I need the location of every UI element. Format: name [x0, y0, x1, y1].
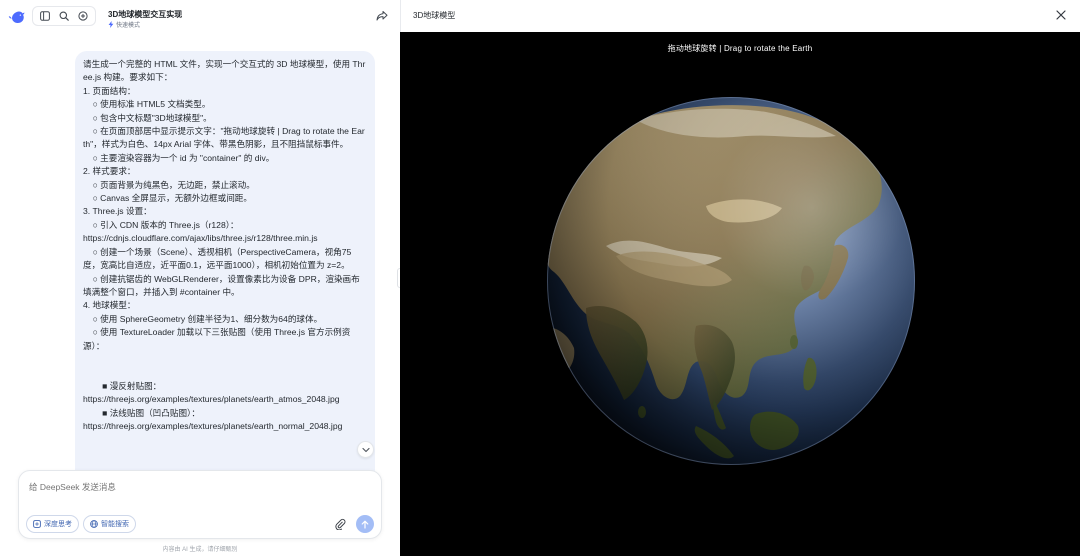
- send-button[interactable]: [356, 515, 374, 533]
- scroll-to-bottom-button[interactable]: [357, 441, 374, 458]
- globe-icon: [90, 520, 98, 528]
- deep-think-button[interactable]: 深度思考: [26, 515, 79, 533]
- new-chat-button[interactable]: [75, 8, 91, 24]
- app-window: 3D地球模型交互实现 快速模式 请生成一个完整的 HTML 文件，实现一个交互式…: [0, 0, 1080, 556]
- panel-toggle-button[interactable]: [37, 8, 53, 24]
- message-input[interactable]: [29, 482, 359, 492]
- rotate-hint: 拖动地球旋转 | Drag to rotate the Earth: [667, 44, 813, 53]
- lightning-icon: [108, 21, 114, 28]
- chevron-down-icon: [361, 447, 370, 452]
- preview-title: 3D地球模型: [413, 11, 456, 20]
- ai-disclaimer: 内容由 AI 生成，请仔细甄别: [162, 547, 238, 553]
- search-icon: [59, 11, 69, 21]
- search-chats-button[interactable]: [56, 8, 72, 24]
- preview-header: 3D地球模型: [400, 0, 1080, 32]
- share-icon[interactable]: [375, 9, 389, 23]
- chat-mode-label: 快速模式: [116, 23, 141, 29]
- preview-canvas[interactable]: 拖动地球旋转 | Drag to rotate the Earth: [400, 32, 1080, 556]
- user-message-text: 请生成一个完整的 HTML 文件，实现一个交互式的 3D 地球模型，使用 Thr…: [83, 59, 366, 431]
- web-search-button[interactable]: 智能搜索: [83, 515, 136, 533]
- user-message-bubble: 请生成一个完整的 HTML 文件，实现一个交互式的 3D 地球模型，使用 Thr…: [75, 51, 375, 471]
- panel-toggle-icon: [40, 11, 51, 21]
- deep-think-label: 深度思考: [44, 521, 72, 528]
- earth-globe[interactable]: [546, 96, 916, 466]
- chat-pane: 3D地球模型交互实现 快速模式 请生成一个完整的 HTML 文件，实现一个交互式…: [0, 0, 400, 556]
- chat-title: 3D地球模型交互实现: [108, 10, 183, 19]
- message-composer: 深度思考 智能搜索: [18, 470, 382, 539]
- close-icon[interactable]: [1055, 9, 1067, 21]
- web-search-label: 智能搜索: [101, 521, 129, 528]
- deep-think-icon: [33, 520, 41, 528]
- deepseek-logo-icon[interactable]: [8, 9, 26, 25]
- chat-mode: 快速模式: [108, 20, 140, 29]
- chat-topbar: 3D地球模型交互实现 快速模式: [0, 0, 400, 34]
- sphere-shading: [547, 97, 915, 465]
- paperclip-icon[interactable]: [334, 518, 346, 530]
- arrow-up-icon: [361, 520, 369, 529]
- sidebar-toolbar: [32, 6, 96, 26]
- new-chat-icon: [78, 11, 88, 21]
